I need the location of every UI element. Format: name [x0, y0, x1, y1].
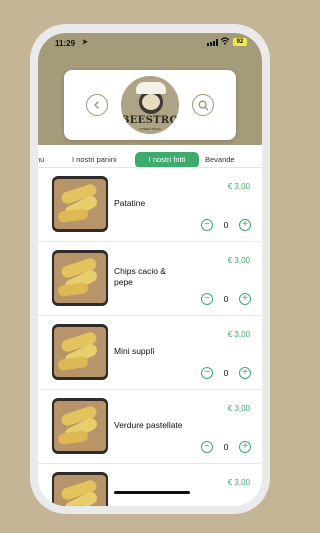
- location-arrow-icon: ➤: [82, 39, 88, 46]
- battery-icon: 92: [233, 38, 247, 46]
- brand-name: BEESTROT: [121, 115, 181, 126]
- product-name: Patatine: [114, 198, 146, 208]
- product-name: Mini supplì: [114, 346, 155, 356]
- phone-frame: 11:29 ➤ 92 BEESTROT STREET FOOD nu I nos…: [30, 24, 270, 514]
- back-button[interactable]: [86, 94, 108, 116]
- product-image: [52, 250, 108, 306]
- product-image: [52, 472, 108, 506]
- quantity-stepper: − 0 +: [201, 293, 251, 305]
- tab-menu[interactable]: nu: [38, 152, 44, 168]
- app-screen: 11:29 ➤ 92 BEESTROT STREET FOOD nu I nos…: [38, 33, 262, 506]
- tab-bevande[interactable]: Bevande: [205, 152, 235, 168]
- quantity-value: 0: [223, 368, 229, 378]
- status-bar: 11:29 ➤ 92: [38, 33, 262, 55]
- signal-icon: [207, 39, 218, 46]
- search-button[interactable]: [192, 94, 214, 116]
- search-icon: [198, 100, 208, 110]
- product-price: € 3,00: [227, 330, 250, 339]
- plus-icon[interactable]: +: [239, 367, 251, 379]
- product-price: € 3,00: [227, 478, 250, 487]
- minus-icon[interactable]: −: [201, 367, 213, 379]
- product-name: Chips cacio & pepe: [114, 266, 166, 287]
- quantity-stepper: − 0 +: [201, 367, 251, 379]
- plus-icon[interactable]: +: [239, 293, 251, 305]
- plus-icon[interactable]: +: [239, 219, 251, 231]
- list-item[interactable]: € 3,00: [38, 464, 262, 506]
- list-item[interactable]: Patatine € 3,00 − 0 +: [38, 168, 262, 242]
- product-name: Verdure pastellate: [114, 420, 183, 430]
- quantity-value: 0: [223, 442, 229, 452]
- brand-logo: BEESTROT STREET FOOD: [119, 74, 181, 136]
- minus-icon[interactable]: −: [201, 293, 213, 305]
- product-image: [52, 176, 108, 232]
- list-item[interactable]: Mini supplì € 3,00 − 0 +: [38, 316, 262, 390]
- wifi-icon: [220, 37, 230, 47]
- quantity-stepper: − 0 +: [201, 219, 251, 231]
- minus-icon[interactable]: −: [201, 441, 213, 453]
- product-price: € 3,00: [227, 182, 250, 191]
- brand-tagline: STREET FOOD: [139, 127, 161, 131]
- list-item[interactable]: Verdure pastellate € 3,00 − 0 +: [38, 390, 262, 464]
- quantity-value: 0: [223, 220, 229, 230]
- header-card: BEESTROT STREET FOOD: [64, 70, 236, 140]
- product-price: € 3,00: [227, 404, 250, 413]
- list-item[interactable]: Chips cacio & pepe € 3,00 − 0 +: [38, 242, 262, 316]
- product-price: € 3,00: [227, 256, 250, 265]
- home-indicator: [114, 491, 190, 494]
- minus-icon[interactable]: −: [201, 219, 213, 231]
- status-time: 11:29: [55, 39, 76, 48]
- tab-i-nostri-fritti[interactable]: I nostri fritti: [135, 152, 199, 168]
- chevron-left-icon: [94, 101, 99, 109]
- quantity-value: 0: [223, 294, 229, 304]
- product-image: [52, 324, 108, 380]
- plus-icon[interactable]: +: [239, 441, 251, 453]
- quantity-stepper: − 0 +: [201, 441, 251, 453]
- product-image: [52, 398, 108, 454]
- tab-i-nostri-panini[interactable]: I nostri panini: [72, 152, 117, 168]
